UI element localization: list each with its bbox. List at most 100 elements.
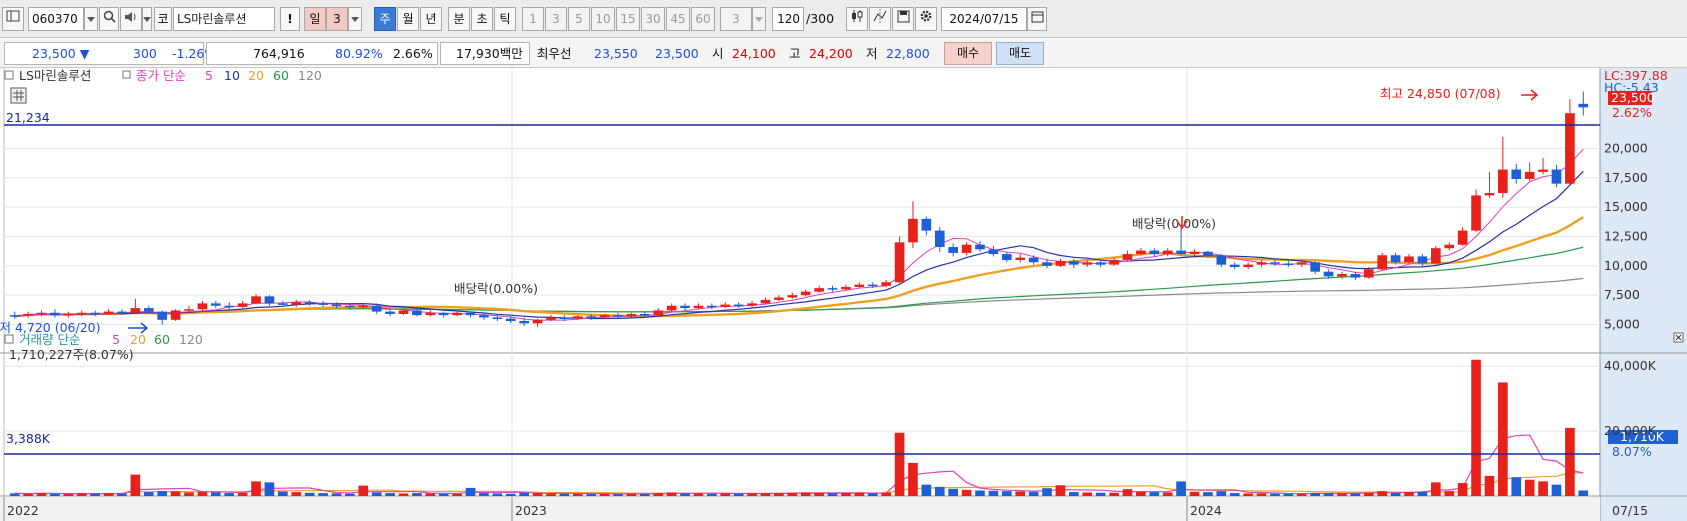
best-bid: 23,500 — [655, 46, 699, 61]
period-day-button[interactable]: 일 — [304, 7, 326, 31]
volume-bar — [170, 491, 181, 496]
candle-type-icon[interactable] — [846, 7, 868, 31]
period-week-button[interactable]: 주 — [374, 7, 396, 31]
volume-bar — [854, 492, 865, 496]
period-value[interactable]: 3 — [326, 7, 348, 31]
candle-body — [867, 284, 878, 287]
calendar-icon[interactable] — [1027, 7, 1047, 31]
save-icon[interactable] — [892, 7, 914, 31]
volume-bar — [1015, 491, 1026, 496]
volume-bar — [1082, 492, 1093, 496]
price-chart[interactable]: LS마린솔루션 종가 단순 5 10 20 60 120 21,234 최고 2… — [0, 68, 1687, 521]
gear-icon[interactable] — [915, 7, 937, 31]
volume-bar — [948, 488, 959, 496]
period-minute-button[interactable]: 분 — [448, 7, 470, 31]
candle-body — [1162, 250, 1173, 255]
count-input[interactable]: 120 — [772, 7, 804, 31]
minute-option-5[interactable]: 5 — [568, 7, 590, 31]
candle-body — [546, 317, 556, 320]
buy-button[interactable]: 매수 — [944, 42, 992, 65]
candle-body — [492, 317, 503, 319]
speaker-icon[interactable] — [120, 7, 142, 31]
minute-option-30[interactable]: 30 — [641, 7, 665, 31]
chevron-down-icon[interactable] — [752, 7, 766, 31]
period-second-button[interactable]: 초 — [471, 7, 493, 31]
candle-body — [774, 297, 784, 300]
candle-body — [1444, 244, 1455, 249]
candle-body — [1404, 256, 1414, 263]
minute-option-15[interactable]: 15 — [616, 7, 640, 31]
stock-code-input[interactable]: 060370 — [28, 7, 84, 31]
candle-body — [1055, 261, 1066, 266]
period-tick-button[interactable]: 틱 — [494, 7, 516, 31]
layout-icon[interactable] — [2, 7, 24, 31]
volume-bar — [1337, 493, 1347, 496]
candle-body — [881, 282, 891, 286]
legend-ma20: 20 — [248, 68, 264, 83]
volume-bar — [1069, 492, 1079, 496]
volume-bar — [479, 493, 489, 496]
minute-option-3[interactable]: 3 — [545, 7, 567, 31]
market-tag: 코 — [154, 7, 172, 31]
legend-toggle-icon[interactable] — [4, 70, 14, 80]
chevron-down-icon[interactable] — [142, 7, 152, 31]
volume-legend-toggle-icon[interactable] — [4, 334, 14, 344]
legend-ma120: 120 — [298, 68, 322, 83]
candle-body — [1015, 257, 1026, 260]
period-month-button[interactable]: 월 — [397, 7, 419, 31]
volume-bar — [975, 490, 985, 496]
volume-bar — [1055, 485, 1066, 496]
volume-bar — [921, 484, 932, 496]
volume-bar — [1417, 491, 1428, 496]
candle-body — [653, 310, 664, 316]
candle-body — [1203, 251, 1213, 256]
minute-option-1[interactable]: 1 — [522, 7, 544, 31]
price-tick-label: 10,000 — [1604, 258, 1648, 273]
volume-bar — [653, 493, 664, 496]
volume-bar — [1028, 491, 1039, 496]
candle-body — [1538, 169, 1548, 172]
volume-bar — [747, 493, 757, 496]
minute-option-45[interactable]: 45 — [666, 7, 690, 31]
candle-body — [760, 299, 771, 304]
minute-custom-input[interactable]: 3 — [720, 7, 752, 31]
sell-button[interactable]: 매도 — [996, 42, 1044, 65]
search-icon[interactable] — [99, 7, 119, 31]
stock-name-field[interactable]: LS마린솔루션 — [173, 7, 275, 31]
chevron-down-icon[interactable] — [84, 7, 98, 31]
candle-body — [921, 218, 932, 231]
date-input[interactable]: 2024/07/15 — [941, 7, 1027, 31]
alert-button[interactable]: ! — [280, 7, 300, 31]
legend-ma-toggle-icon[interactable] — [122, 70, 131, 79]
candle-body — [1256, 262, 1267, 265]
candle-body — [841, 286, 851, 290]
volume-bar — [1471, 359, 1481, 496]
minute-option-60[interactable]: 60 — [691, 7, 715, 31]
crosshair-icon[interactable] — [869, 7, 891, 31]
period-year-button[interactable]: 년 — [420, 7, 442, 31]
candle-body — [733, 304, 744, 307]
x-label-2022: 2022 — [7, 503, 39, 518]
volume-bar — [1551, 484, 1562, 496]
x-label-2024: 2024 — [1190, 503, 1222, 518]
candle-body — [465, 312, 476, 316]
volume-bar — [841, 493, 851, 496]
volume-bar — [1243, 493, 1253, 496]
volume-bar — [1136, 491, 1146, 496]
volume-bar — [680, 493, 690, 496]
chevron-down-icon[interactable] — [348, 7, 362, 31]
candle-body — [90, 312, 100, 315]
indicator-table-icon[interactable] — [10, 87, 27, 104]
close-panel-icon[interactable] — [1673, 332, 1684, 343]
minute-option-10[interactable]: 10 — [591, 7, 615, 31]
candle-body — [479, 315, 489, 318]
volume-bar — [1229, 493, 1240, 496]
candle-body — [1149, 250, 1160, 255]
volume-bar — [1578, 490, 1589, 496]
candle-body — [103, 311, 114, 314]
candle-body — [1551, 169, 1562, 184]
volume-bar — [760, 493, 771, 496]
x-label-2023: 2023 — [515, 503, 547, 518]
volume-bar — [1524, 479, 1535, 496]
volume-pct-tag-text: 8.07% — [1612, 444, 1652, 459]
